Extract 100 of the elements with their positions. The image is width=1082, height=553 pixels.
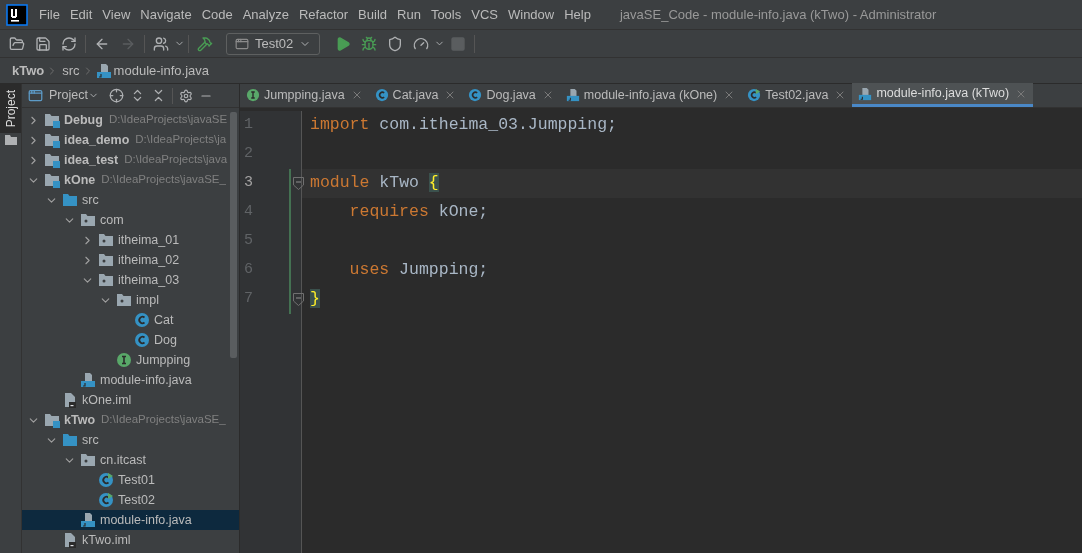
tree-item-path: D:\IdeaProjects\javaSE_: [101, 172, 226, 188]
menu-item[interactable]: Build: [353, 4, 392, 25]
code-line: import com.itheima_03.Jumpping;: [310, 114, 617, 137]
tree-item[interactable]: src: [22, 430, 239, 450]
tree-item[interactable]: Test02: [22, 490, 239, 510]
menu-item[interactable]: Tools: [425, 4, 467, 25]
tree-item[interactable]: cn.itcast: [22, 450, 239, 470]
tree-item[interactable]: idea_demo D:\IdeaProjects\ja: [22, 130, 239, 150]
tree-item[interactable]: impl: [22, 290, 239, 310]
java-file-icon: [95, 62, 112, 79]
menu-item[interactable]: Help: [559, 4, 596, 25]
tree-item[interactable]: Dog: [22, 330, 239, 350]
menu-item[interactable]: Refactor: [293, 4, 354, 25]
breadcrumb-item[interactable]: kTwo: [12, 60, 45, 81]
tree-item[interactable]: kTwo.iml: [22, 530, 239, 550]
panel-view-dropdown[interactable]: Project: [49, 86, 99, 105]
menu-item[interactable]: VCS: [466, 4, 503, 25]
code-line: module kTwo {: [310, 172, 439, 195]
tab-label: Jumpping.java: [264, 86, 345, 104]
menu-item[interactable]: Analyze: [237, 4, 294, 25]
editor-tab[interactable]: module-info.java (kTwo): [852, 83, 1034, 107]
interface-icon: [246, 88, 260, 102]
runnable-class-icon: [98, 492, 114, 508]
module-folder-icon: [44, 132, 60, 148]
locate-icon[interactable]: [108, 88, 124, 103]
tree-item[interactable]: idea_test D:\IdeaProjects\java: [22, 150, 239, 170]
editor-tab[interactable]: Dog.java: [462, 83, 560, 107]
java-file-icon: [80, 512, 96, 528]
module-folder-icon: [44, 152, 60, 168]
menu-item[interactable]: Navigate: [135, 4, 197, 25]
settings-icon[interactable]: [178, 88, 193, 103]
source-folder-icon: [62, 432, 78, 448]
tree-item[interactable]: itheima_03: [22, 270, 239, 290]
package-icon: [98, 272, 114, 288]
editor-tab[interactable]: Jumpping.java: [240, 83, 369, 107]
tree-item[interactable]: Test01: [22, 470, 239, 490]
tab-label: Test02.java: [765, 86, 829, 104]
breadcrumb-item[interactable]: module-info.java: [113, 60, 209, 81]
package-icon: [116, 292, 132, 308]
fold-marker-icon[interactable]: [293, 293, 304, 306]
class-icon: [134, 312, 150, 328]
tree-item-label: src: [82, 191, 99, 209]
editor-tab[interactable]: Cat.java: [368, 83, 463, 107]
tree-item-label: Test01: [118, 471, 155, 489]
tree-item-label: Dog: [154, 331, 177, 349]
tree-item[interactable]: module-info.java: [22, 370, 239, 390]
tree-item[interactable]: Cat: [22, 310, 239, 330]
tree-item-label: kTwo: [64, 411, 96, 429]
tree-item-label: com: [100, 211, 124, 229]
menu-item[interactable]: File: [34, 4, 65, 25]
java-file-icon: [565, 88, 580, 102]
tree-item-label: Cat: [154, 311, 174, 329]
tree-item-label: Test02: [118, 491, 155, 509]
module-folder-icon: [44, 412, 60, 428]
class-icon: [468, 88, 483, 102]
file-icon: [62, 532, 78, 548]
tree-item[interactable]: com: [22, 210, 239, 230]
tree-item-path: D:\IdeaProjects\java: [124, 152, 228, 168]
tree-item[interactable]: module-info.java: [22, 510, 239, 530]
tree-item[interactable]: itheima_02: [22, 250, 239, 270]
runnable-class-icon: [747, 88, 762, 102]
tab-label: Dog.java: [486, 86, 536, 104]
tree-item-label: itheima_02: [118, 251, 180, 269]
app-logo-icon: [6, 3, 28, 26]
file-icon: [62, 392, 78, 408]
class-icon: [134, 332, 150, 348]
tab-label: Cat.java: [392, 86, 439, 104]
fold-marker-icon[interactable]: [293, 177, 304, 190]
scrollbar-thumb[interactable]: [230, 112, 237, 358]
tree-item[interactable]: kTwo D:\IdeaProjects\javaSE_: [22, 410, 239, 430]
menu-item[interactable]: Window: [502, 4, 560, 25]
menu-item[interactable]: Run: [392, 4, 426, 25]
menu-item[interactable]: Code: [196, 4, 238, 25]
package-icon: [98, 252, 114, 268]
run-config-dropdown[interactable]: Test02: [226, 32, 321, 55]
tree-item[interactable]: kOne.iml: [22, 390, 239, 410]
tree-item-label: idea_demo: [64, 131, 130, 149]
menu-item[interactable]: Edit: [64, 4, 98, 25]
menu-item[interactable]: View: [97, 4, 136, 25]
breadcrumb-item[interactable]: src: [62, 60, 80, 81]
tree-item[interactable]: Jumpping: [22, 350, 239, 370]
package-icon: [98, 232, 114, 248]
tab-label: module-info.java (kTwo): [876, 85, 1010, 103]
tree-item-label: cn.itcast: [100, 451, 146, 469]
tree-item-label: kOne: [64, 171, 96, 189]
side-tab[interactable]: Project: [0, 84, 21, 134]
source-folder-icon: [62, 192, 78, 208]
module-folder-icon: [44, 172, 60, 188]
runnable-class-icon: [98, 472, 114, 488]
line-number: 3: [243, 173, 254, 194]
tree-item-label: Jumpping: [136, 351, 191, 369]
tree-item[interactable]: kOne D:\IdeaProjects\javaSE_: [22, 170, 239, 190]
editor-tab[interactable]: module-info.java (kOne): [559, 83, 742, 107]
java-file-icon: [80, 372, 96, 388]
editor-tab[interactable]: Test02.java: [741, 83, 853, 107]
code-line: requires kOne;: [348, 201, 489, 224]
tree-item[interactable]: src: [22, 190, 239, 210]
tree-item[interactable]: Debug D:\IdeaProjects\javaSE: [22, 110, 239, 130]
tree-item[interactable]: itheima_01: [22, 230, 239, 250]
tree-item-label: itheima_01: [118, 231, 180, 249]
